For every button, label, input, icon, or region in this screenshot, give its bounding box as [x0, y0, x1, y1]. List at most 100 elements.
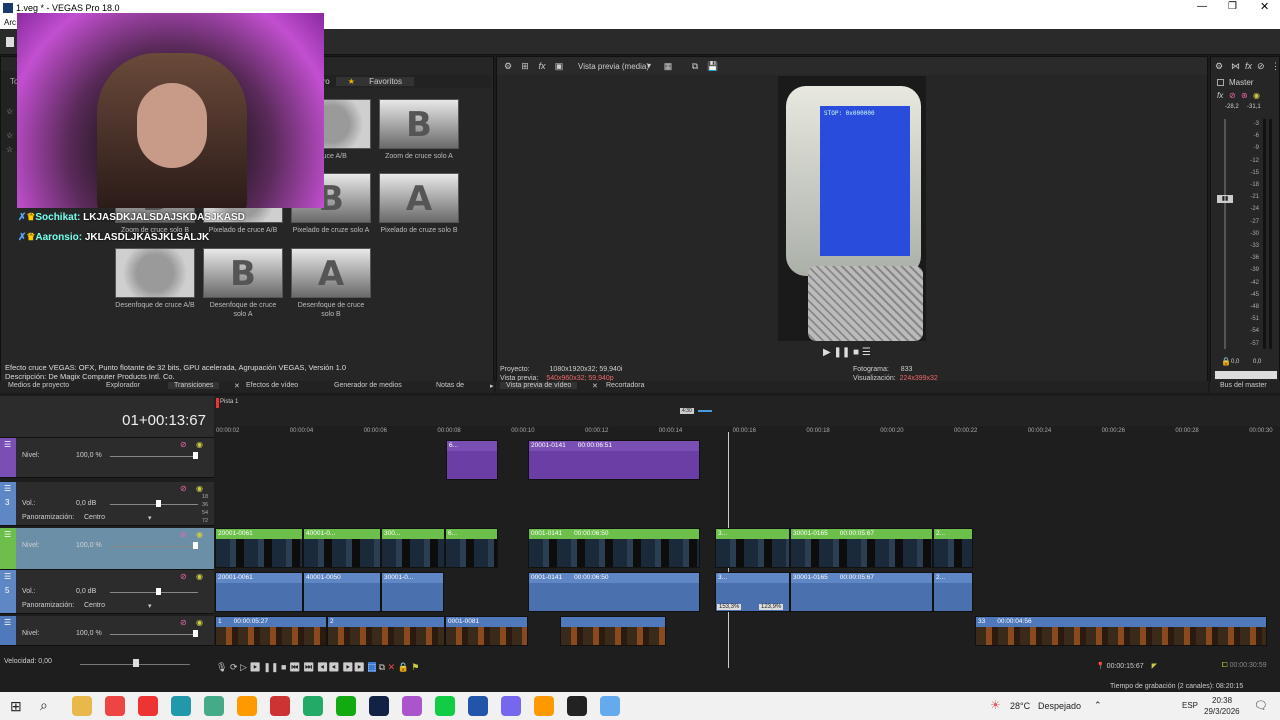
cut-icon[interactable]: ✕ — [388, 662, 396, 672]
language-indicator[interactable]: ESP — [1182, 701, 1198, 710]
timeline-clip[interactable]: 0001-0141 00:00:06:50 — [528, 528, 700, 568]
play-icon[interactable]: ▶ — [249, 662, 260, 672]
timeline-clip[interactable]: 3... — [715, 528, 790, 568]
app-icon[interactable] — [237, 696, 257, 716]
timeline-clip[interactable]: 2... — [933, 528, 973, 568]
app-icon[interactable] — [534, 696, 554, 716]
timeline-clip[interactable]: 30001-0165 00:00:05:67 — [790, 572, 933, 612]
lock-icon[interactable]: 🔒 — [1221, 357, 1231, 366]
edge-icon[interactable] — [171, 696, 191, 716]
timeline-clip[interactable]: 0001-0081 — [445, 616, 528, 646]
tab-favorites[interactable]: ★ Favoritos — [335, 77, 414, 86]
next-frame-icon[interactable]: ▶▶ — [342, 662, 365, 672]
go-start-icon[interactable]: ⏮ — [289, 662, 300, 672]
play-from-start-icon[interactable]: ▷ — [240, 662, 247, 672]
tab-project-media[interactable]: Medios de proyecto — [2, 382, 75, 389]
timeline-clip[interactable]: 1 00:00:05:27 — [215, 616, 327, 646]
pycharm-icon[interactable] — [336, 696, 356, 716]
mixer-icon[interactable]: ⋈ — [1231, 61, 1240, 72]
photos-icon[interactable] — [303, 696, 323, 716]
edit-tool-icon[interactable]: ⬚ — [367, 662, 377, 672]
tab-video-fx[interactable]: Efectos de vídeo — [240, 382, 304, 389]
stop-icon[interactable]: ■ — [281, 662, 286, 672]
timeline-clip[interactable]: 20001-0061 — [215, 528, 303, 568]
app-icon[interactable] — [402, 696, 422, 716]
app-icon[interactable] — [600, 696, 620, 716]
timeline-clip[interactable]: 40001-0... — [303, 528, 381, 568]
timeline-clip[interactable]: 20001-0141 00:00:06:51 — [528, 440, 700, 480]
app-icon[interactable] — [204, 696, 224, 716]
word-icon[interactable] — [468, 696, 488, 716]
vegas-icon[interactable] — [369, 696, 389, 716]
tab-trimmer[interactable]: Recortadora — [600, 382, 651, 389]
opera-icon[interactable] — [138, 696, 158, 716]
transition-thumbnail[interactable]: A Pixelado de cruze solo B — [379, 173, 459, 235]
star-icon[interactable]: ☆ — [6, 131, 13, 140]
timeline-clip[interactable]: 20001-0061 — [215, 572, 303, 612]
mute-icon[interactable]: ⊘ — [1229, 91, 1236, 100]
loop-icon[interactable]: ⟳ — [230, 662, 238, 672]
automation-icon[interactable]: ◉ — [1253, 91, 1260, 100]
timeline-clip[interactable]: 2 — [327, 616, 445, 646]
master-fader[interactable]: ▮▮ — [1217, 195, 1233, 203]
timeline-clip[interactable]: 0001-0141 00:00:06:50 — [528, 572, 700, 612]
marker-icon[interactable]: ⚑ — [411, 662, 419, 672]
preview-quality-dropdown[interactable]: Vista previa (media) — [578, 62, 649, 71]
minimize-button[interactable]: — — [1197, 1, 1207, 12]
split-icon[interactable]: ⊞ — [520, 61, 530, 71]
transition-thumbnail[interactable]: A Desenfoque de cruce solo B — [291, 248, 371, 319]
chevron-down-icon[interactable]: ▾ — [647, 61, 651, 70]
tab-media-generator[interactable]: Generador de medios — [328, 382, 408, 389]
pause-icon[interactable]: ❚❚ — [263, 662, 278, 672]
menu-item-archivo[interactable]: Arc — [4, 18, 16, 27]
record-icon[interactable]: 🎙 — [216, 662, 227, 672]
tab-master-bus[interactable]: Bus del master — [1214, 382, 1273, 389]
timeline-clip[interactable]: 30001-0... — [381, 572, 444, 612]
tab-transitions[interactable]: Transiciones — [168, 382, 220, 389]
transition-thumbnail[interactable]: B Zoom de cruce solo A — [379, 99, 459, 161]
settings-icon[interactable]: ⚙ — [1215, 61, 1223, 72]
play-icon[interactable]: ▶ — [823, 347, 831, 358]
obs-icon[interactable] — [567, 696, 587, 716]
overlay-icon[interactable]: ▦ — [663, 61, 673, 71]
tab-video-preview[interactable]: Vista previa de vídeo — [500, 382, 578, 389]
fx-icon[interactable]: fx — [537, 61, 547, 71]
timeline-clip[interactable] — [560, 616, 666, 646]
close-button[interactable]: ✕ — [1260, 0, 1269, 13]
solo-icon[interactable]: ⊛ — [1241, 91, 1248, 100]
mail-icon[interactable] — [270, 696, 290, 716]
search-icon[interactable]: ⌕ — [40, 697, 48, 714]
notification-icon[interactable]: 🗨 — [1254, 699, 1268, 712]
save-snapshot-icon[interactable]: 💾 — [707, 61, 718, 71]
snap-icon[interactable]: ⧉ — [379, 662, 385, 672]
tab-notes[interactable]: Notas de — [430, 382, 470, 389]
preview-mode-icon[interactable]: ▣ — [554, 61, 564, 71]
fx-icon[interactable]: fx — [1245, 61, 1252, 71]
timeline-clip[interactable]: 6... — [445, 528, 498, 568]
transition-thumbnail[interactable]: Desenfoque de cruce A/B — [115, 248, 195, 310]
start-icon[interactable]: ⊞ — [10, 698, 22, 715]
more-icon[interactable]: ⋮ — [1271, 61, 1280, 72]
mute-icon[interactable]: ⊘ — [1257, 61, 1265, 72]
timeline-clip[interactable]: 2... — [933, 572, 973, 612]
tray-chevron-icon[interactable]: ⌃ — [1094, 700, 1102, 711]
chrome-icon[interactable] — [105, 696, 125, 716]
menu-icon[interactable]: ☰ — [862, 347, 871, 358]
transition-thumbnail[interactable]: B Desenfoque de cruce solo A — [203, 248, 283, 319]
restore-button[interactable]: ❐ — [1228, 1, 1237, 12]
timeline-clip[interactable]: 40001-0050 — [303, 572, 381, 612]
timeline-clip[interactable]: 30001-0165 00:00:05:67 — [790, 528, 933, 568]
clock-date[interactable]: 29/3/2026 — [1204, 707, 1240, 716]
speed-slider[interactable] — [133, 659, 139, 667]
master-checkbox[interactable] — [1217, 79, 1224, 86]
star-icon[interactable]: ☆ — [6, 145, 13, 154]
pause-icon[interactable]: ❚❚ — [833, 347, 850, 358]
file-explorer-icon[interactable] — [72, 696, 92, 716]
prev-frame-icon[interactable]: ◀◀ — [317, 662, 340, 672]
tab-explorer[interactable]: Explorador — [100, 382, 146, 389]
timeline-clip[interactable]: 6... — [446, 440, 498, 480]
copy-icon[interactable]: ⧉ — [690, 61, 700, 71]
spotify-icon[interactable] — [435, 696, 455, 716]
new-file-icon[interactable] — [6, 37, 14, 47]
timeline-clip[interactable]: 300... — [381, 528, 445, 568]
